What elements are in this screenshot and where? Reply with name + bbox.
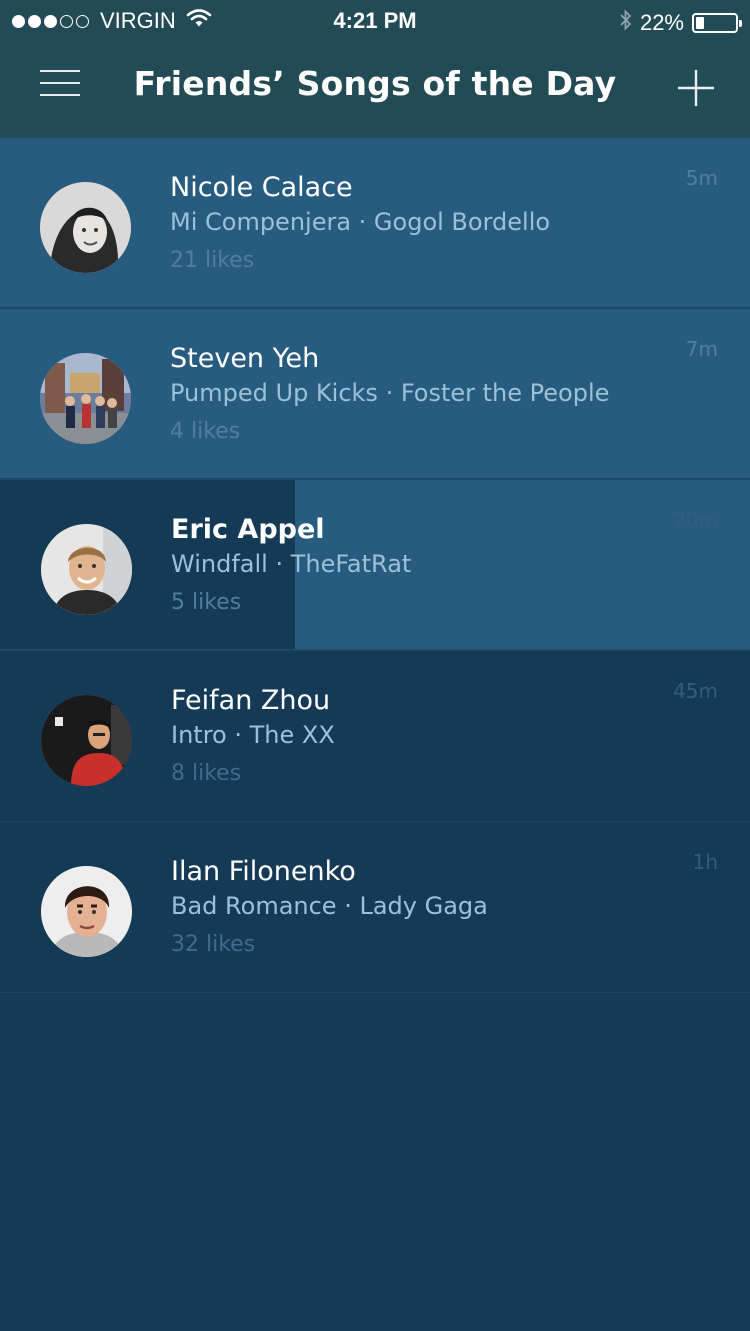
feed-row[interactable]: Ilan Filonenko Bad Romance · Lady Gaga 3… — [0, 822, 750, 993]
bluetooth-icon — [618, 8, 634, 38]
screen: VIRGIN 4:21 PM 22% Friends’ Songs of the… — [0, 0, 750, 1331]
song-title-artist[interactable]: Mi Compenjera · Gogol Bordello — [170, 208, 550, 236]
song-title-artist[interactable]: Bad Romance · Lady Gaga — [171, 892, 488, 920]
feed-row[interactable]: Feifan Zhou Intro · The XX 8 likes 45m — [0, 651, 750, 822]
timestamp: 45m — [673, 679, 718, 703]
song-title-artist[interactable]: Windfall · TheFatRat — [171, 550, 411, 578]
timestamp: 20m — [673, 508, 718, 532]
song-title-artist[interactable]: Pumped Up Kicks · Foster the People — [170, 379, 609, 407]
timestamp: 5m — [685, 166, 718, 190]
battery-percent: 22% — [639, 10, 684, 35]
friend-name: Eric Appel — [171, 514, 325, 545]
likes-count: 4 likes — [170, 419, 241, 444]
timestamp: 7m — [685, 337, 718, 361]
plus-icon[interactable] — [676, 68, 716, 108]
feed-row[interactable]: Nicole Calace Mi Compenjera · Gogol Bord… — [0, 138, 750, 309]
likes-count: 8 likes — [171, 761, 242, 786]
likes-count: 32 likes — [171, 932, 256, 957]
friend-name: Ilan Filonenko — [171, 856, 356, 887]
status-right: 22% — [618, 8, 742, 38]
avatar[interactable] — [41, 866, 132, 957]
avatar[interactable] — [41, 695, 132, 786]
avatar[interactable] — [40, 353, 131, 444]
page-title: Friends’ Songs of the Day — [133, 64, 617, 103]
friend-name: Steven Yeh — [170, 343, 320, 374]
status-bar: VIRGIN 4:21 PM 22% — [0, 0, 750, 40]
battery-fill — [696, 17, 704, 29]
avatar[interactable] — [41, 524, 132, 615]
timestamp: 1h — [692, 850, 718, 874]
feed-row[interactable]: Steven Yeh Pumped Up Kicks · Foster the … — [0, 309, 750, 480]
avatar[interactable] — [40, 182, 131, 273]
battery-icon — [692, 13, 742, 33]
feed-row[interactable]: Eric Appel Windfall · TheFatRat 5 likes … — [0, 480, 750, 651]
friend-name: Feifan Zhou — [171, 685, 331, 716]
likes-count: 21 likes — [170, 248, 255, 273]
friends-song-feed: Nicole Calace Mi Compenjera · Gogol Bord… — [0, 138, 750, 993]
song-title-artist[interactable]: Intro · The XX — [171, 721, 335, 749]
friend-name: Nicole Calace — [170, 172, 353, 203]
battery-nub — [739, 20, 742, 27]
likes-count: 5 likes — [171, 590, 242, 615]
nav-bar: Friends’ Songs of the Day — [0, 40, 750, 138]
